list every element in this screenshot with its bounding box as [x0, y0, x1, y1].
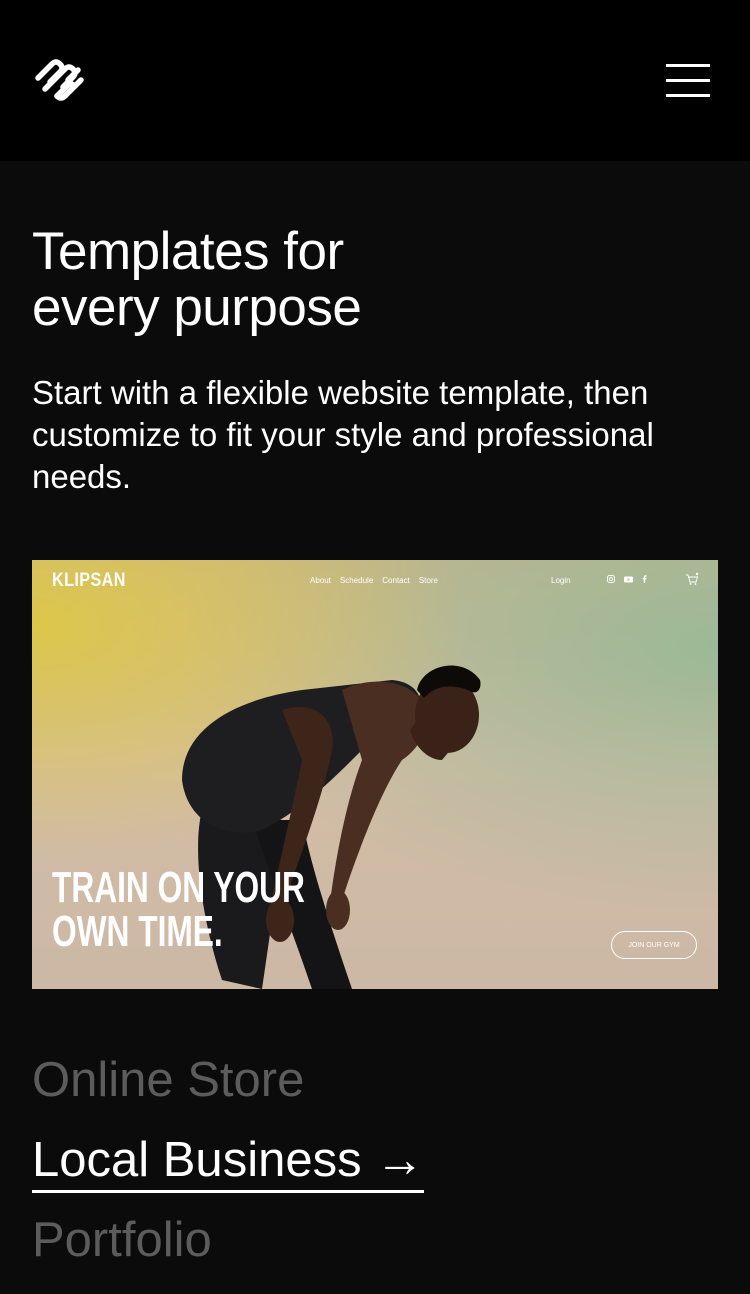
preview-hero-text: TRAIN ON YOUR OWN TIME.: [52, 866, 305, 954]
preview-nav-schedule: Schedule: [339, 576, 374, 585]
hamburger-menu-icon: [666, 79, 710, 82]
category-portfolio[interactable]: Portfolio: [32, 1212, 212, 1268]
youtube-icon: [624, 576, 633, 582]
preview-social: [607, 575, 647, 583]
preview-brand: KLIPSAN: [52, 570, 126, 591]
preview-nav-about: About: [310, 576, 331, 585]
facebook-icon: [642, 575, 647, 583]
squarespace-logo-icon[interactable]: [31, 56, 89, 104]
category-online-store[interactable]: Online Store: [32, 1052, 304, 1108]
preview-nav-store: Store: [418, 576, 438, 585]
site-header: [0, 0, 750, 161]
preview-nav: About Schedule Contact Store: [310, 576, 438, 585]
cart-icon: [686, 572, 699, 585]
preview-nav-contact: Contact: [382, 576, 410, 585]
hamburger-menu-icon: [666, 64, 710, 67]
menu-button[interactable]: [664, 62, 712, 100]
preview-cta-button: JOIN OUR GYM: [611, 931, 697, 959]
preview-login: Login: [551, 576, 571, 585]
page-title-line2: every purpose: [32, 278, 362, 337]
hamburger-menu-icon: [666, 94, 710, 97]
instagram-icon: [607, 575, 615, 583]
page-subtitle: Start with a flexible website template, …: [32, 374, 654, 495]
template-preview[interactable]: KLIPSAN About Schedule Contact Store Log…: [32, 560, 718, 989]
page-title: Templates for every purpose: [32, 224, 632, 336]
preview-hero-line2: OWN TIME.: [52, 907, 223, 956]
preview-hero-line1: TRAIN ON YOUR: [52, 863, 305, 912]
page-title-line1: Templates for: [32, 222, 344, 281]
category-local-business[interactable]: Local Business →: [32, 1132, 425, 1193]
